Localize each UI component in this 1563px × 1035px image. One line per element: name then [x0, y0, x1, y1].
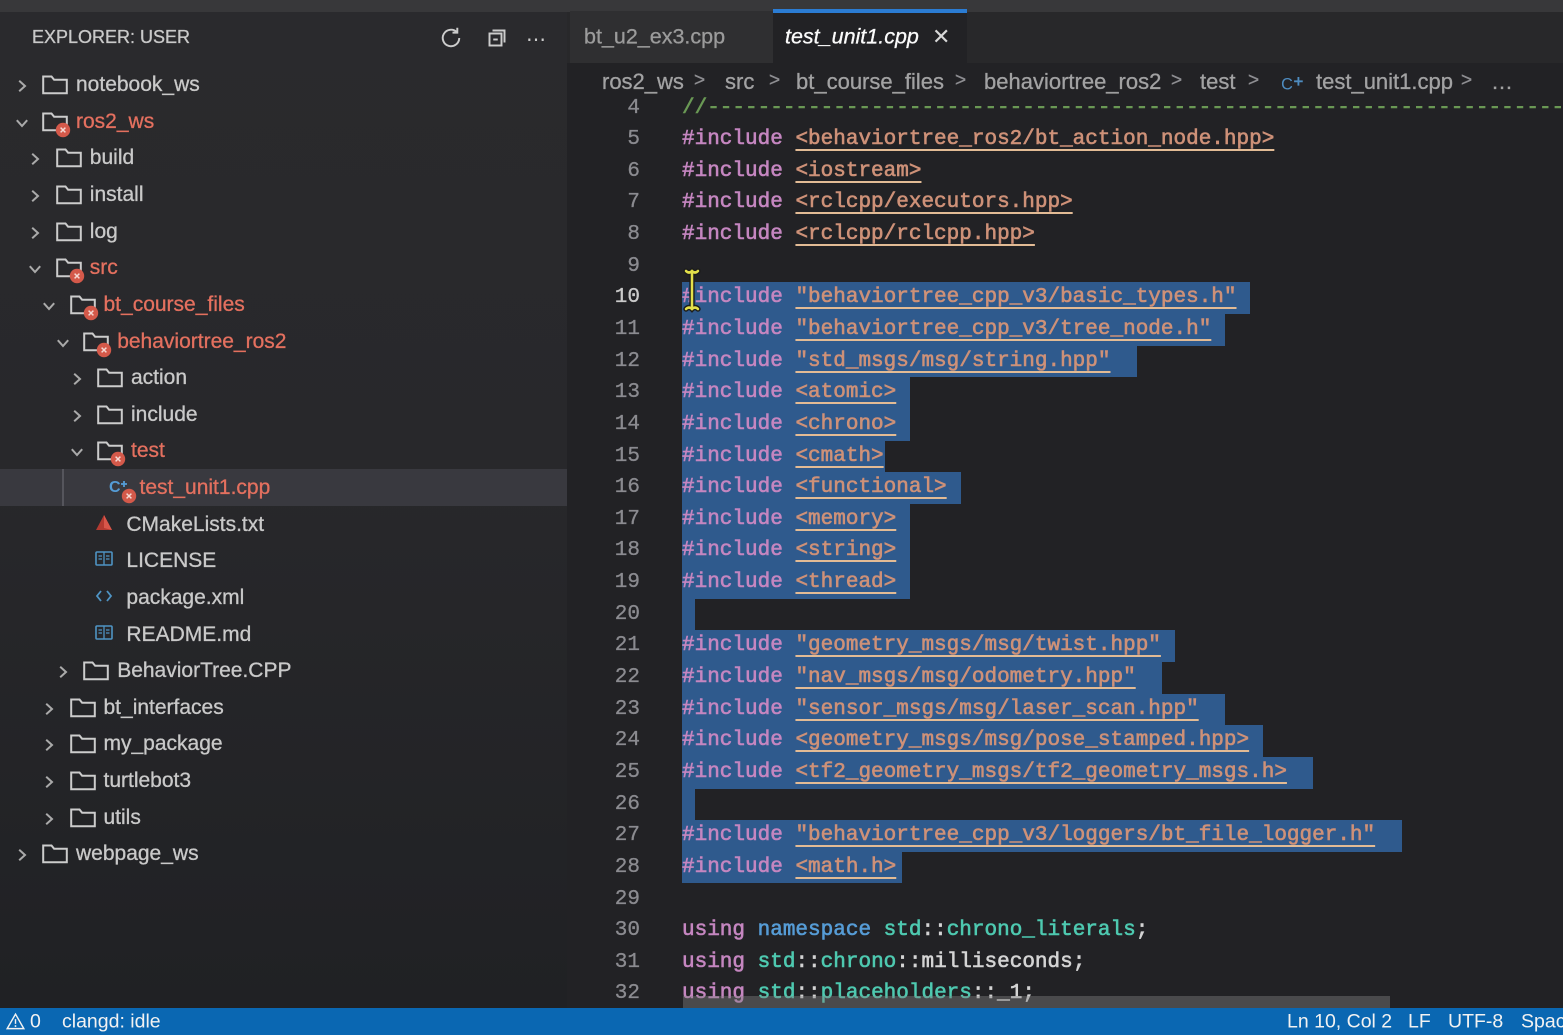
svg-text:C: C [109, 479, 121, 496]
svg-text:C: C [1281, 75, 1293, 93]
